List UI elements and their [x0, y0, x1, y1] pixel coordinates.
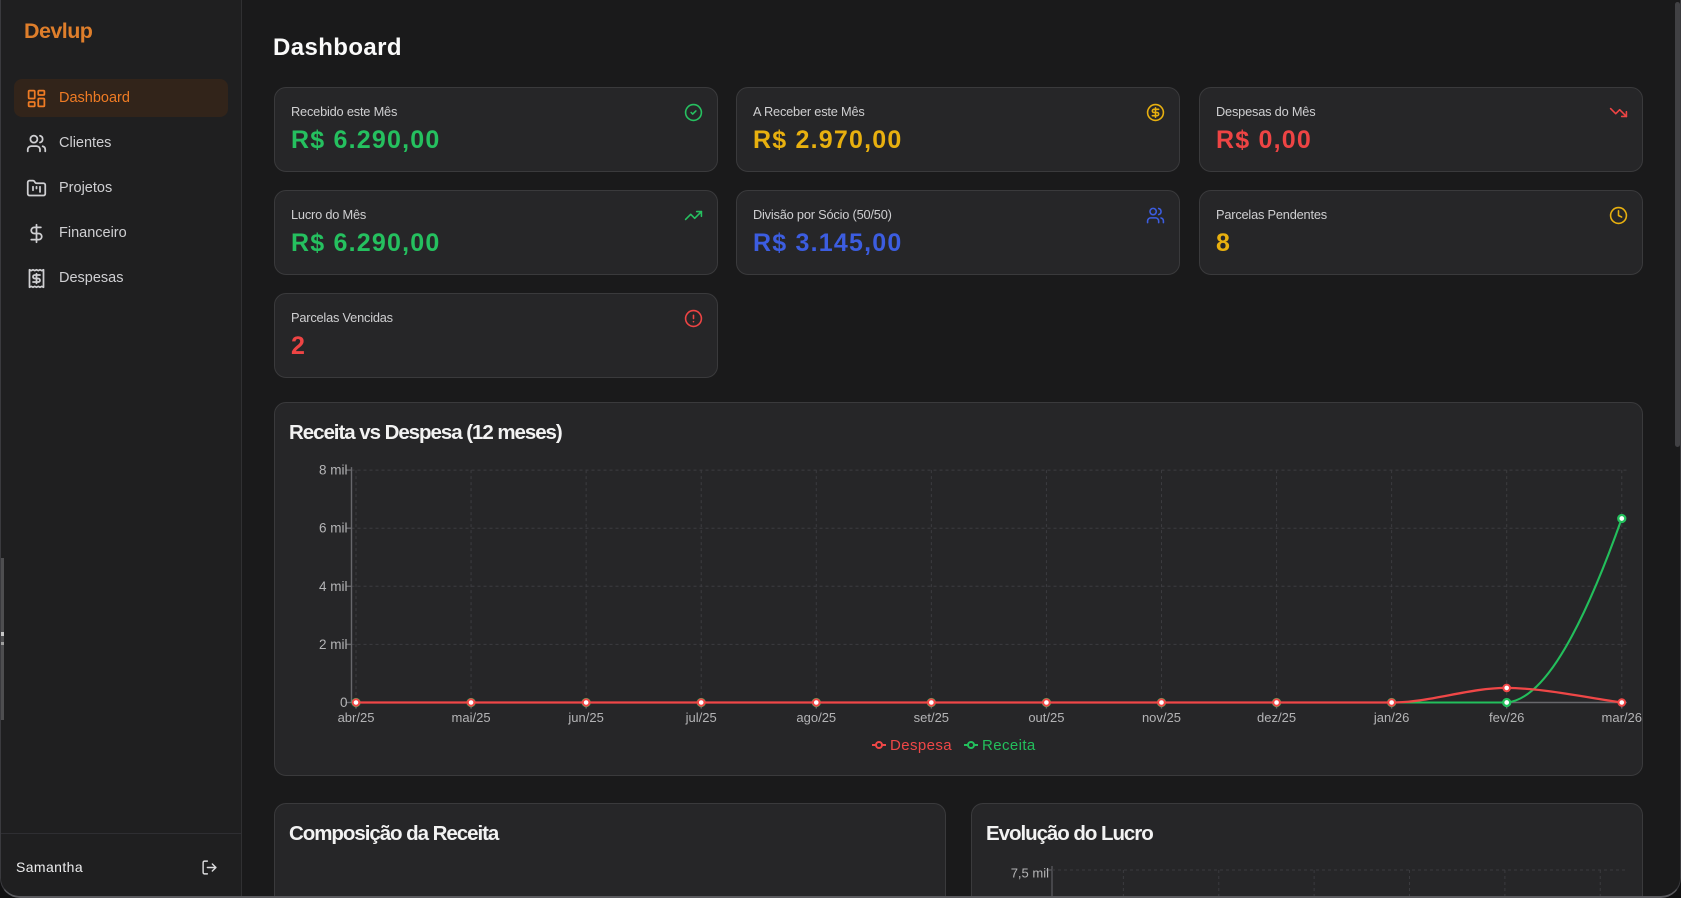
svg-text:nov/25: nov/25 [1142, 710, 1181, 725]
svg-text:dez/25: dez/25 [1257, 710, 1296, 725]
svg-text:mar/26: mar/26 [1602, 710, 1642, 725]
svg-text:fev/26: fev/26 [1489, 710, 1524, 725]
svg-text:7,5 mil: 7,5 mil [1011, 866, 1049, 881]
svg-text:set/25: set/25 [914, 710, 949, 725]
svg-text:8 mil: 8 mil [319, 463, 348, 478]
svg-text:abr/25: abr/25 [338, 710, 375, 725]
svg-text:ago/25: ago/25 [796, 710, 836, 725]
svg-text:out/25: out/25 [1028, 710, 1064, 725]
svg-text:jun/25: jun/25 [567, 710, 603, 725]
svg-text:4 mil: 4 mil [319, 579, 348, 594]
svg-text:0: 0 [340, 695, 348, 710]
svg-text:mai/25: mai/25 [452, 710, 491, 725]
svg-text:Despesa: Despesa [890, 737, 952, 754]
svg-text:Receita: Receita [982, 737, 1036, 754]
svg-text:6 mil: 6 mil [319, 521, 348, 536]
svg-text:jan/26: jan/26 [1373, 710, 1409, 725]
svg-text:jul/25: jul/25 [685, 710, 717, 725]
svg-text:2 mil: 2 mil [319, 637, 348, 652]
